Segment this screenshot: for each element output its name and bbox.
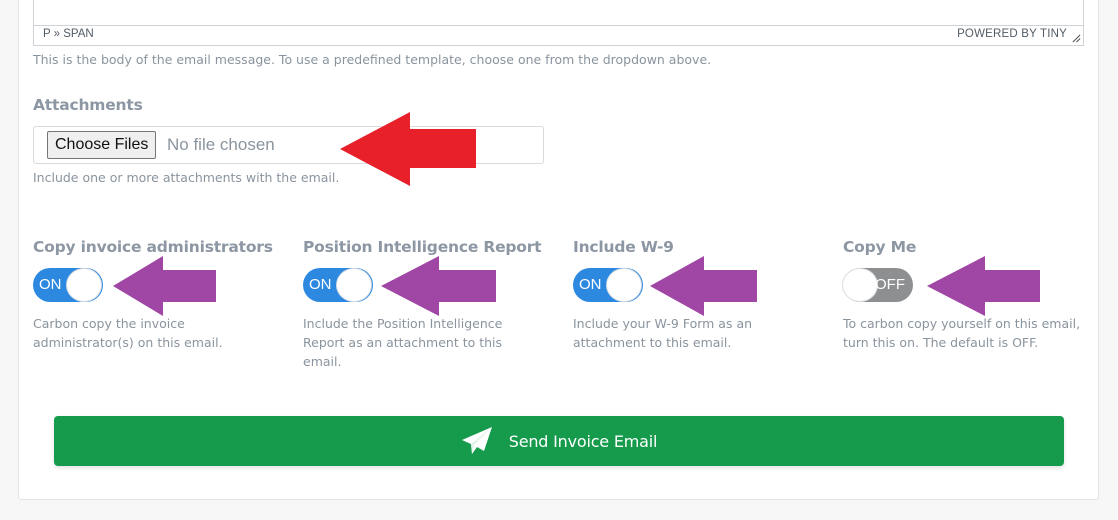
copy-admins-toggle[interactable]: ON (33, 268, 103, 302)
editor-powered-by-link[interactable]: POWERED BY TINY (957, 28, 1067, 40)
toggle-state-text: ON (579, 276, 602, 293)
include-w9-label: Include W-9 (573, 238, 674, 256)
toggle-state-text: ON (309, 276, 332, 293)
copy-admins-help: Carbon copy the invoice administrator(s)… (33, 316, 223, 350)
copy-me-label: Copy Me (843, 238, 917, 256)
annotation-purple-arrow-icon (113, 256, 216, 316)
position-report-help: Include the Position Intelligence Report… (303, 316, 503, 369)
copy-admins-label: Copy invoice administrators (33, 238, 273, 256)
toggle-knob (607, 269, 641, 301)
copy-me-toggle[interactable]: OFF (843, 268, 913, 302)
attachments-help-text: Include one or more attachments with the… (33, 170, 340, 185)
toggle-state-text: ON (39, 276, 62, 293)
annotation-purple-arrow-icon (381, 256, 496, 316)
send-button-label: Send Invoice Email (508, 431, 658, 451)
position-report-label: Position Intelligence Report (303, 238, 542, 256)
email-body-editor[interactable]: P » SPAN POWERED BY TINY (33, 0, 1084, 46)
toggle-knob (843, 269, 877, 301)
editor-element-path[interactable]: P » SPAN (43, 28, 94, 40)
position-report-toggle[interactable]: ON (303, 268, 373, 302)
annotation-purple-arrow-icon (927, 256, 1040, 316)
paper-plane-icon (461, 427, 492, 454)
annotation-red-arrow-icon (340, 112, 476, 186)
editor-help-text: This is the body of the email message. T… (33, 52, 712, 67)
toggle-state-text: OFF (875, 276, 905, 293)
send-invoice-email-button[interactable]: Send Invoice Email (54, 416, 1064, 466)
file-chosen-status: No file chosen (167, 135, 275, 154)
resize-handle-icon[interactable] (1072, 34, 1081, 43)
editor-statusbar: P » SPAN POWERED BY TINY (34, 25, 1083, 45)
include-w9-help: Include your W-9 Form as an attachment t… (573, 316, 753, 350)
toggle-knob (67, 269, 101, 301)
include-w9-toggle[interactable]: ON (573, 268, 643, 302)
choose-files-button[interactable]: Choose Files (47, 131, 157, 159)
attachments-label: Attachments (33, 96, 143, 114)
copy-me-help: To carbon copy yourself on this email, t… (843, 316, 1081, 350)
annotation-purple-arrow-icon (650, 256, 757, 316)
toggle-knob (337, 269, 371, 301)
